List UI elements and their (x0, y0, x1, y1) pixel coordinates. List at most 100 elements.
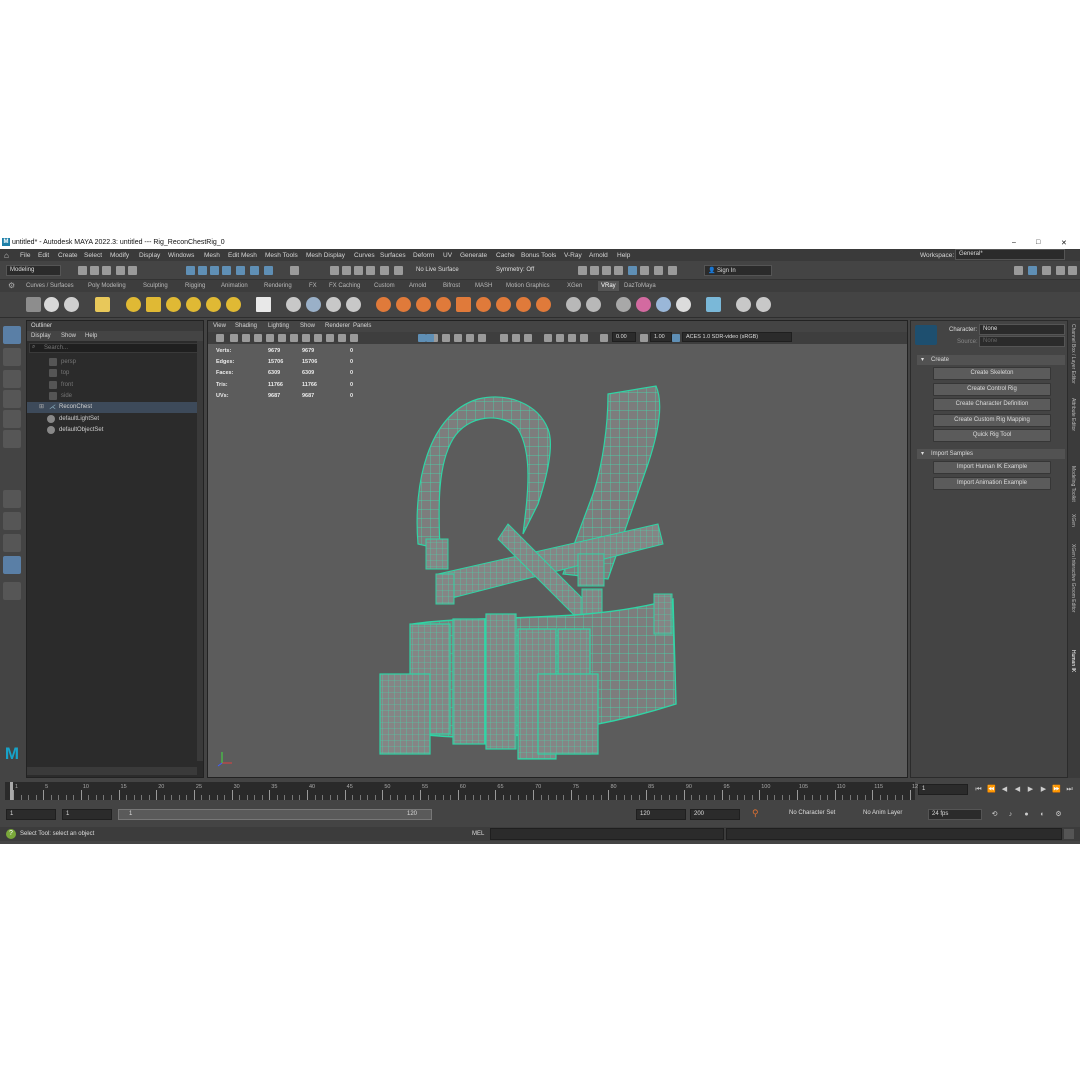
render-frame-icon[interactable] (590, 266, 599, 275)
menu-edit[interactable]: Edit (38, 252, 49, 259)
shelf-tab-curves-surfaces[interactable]: Curves / Surfaces (26, 283, 74, 289)
animation-end-field[interactable]: 200 (690, 809, 740, 820)
vray-scene-icon[interactable] (326, 297, 341, 312)
view-transform-dropdown[interactable]: ACES 1.0 SDR-video (sRGB) (682, 332, 792, 342)
viewport-menu-renderer[interactable]: Renderer (325, 323, 350, 329)
outliner-scrollbar[interactable] (197, 341, 203, 761)
outliner-item[interactable]: ⋌ ⊞ ReconChest (27, 402, 203, 414)
textured-icon[interactable] (454, 334, 462, 342)
toggle-tool-settings-icon[interactable] (1042, 266, 1051, 275)
snap-point-icon[interactable] (354, 266, 363, 275)
range-slider-handle[interactable]: 1 120 (118, 809, 432, 820)
side-tab-channel-box-layer-editor[interactable]: Channel Box / Layer Editor (1070, 324, 1076, 384)
vray-light-select-icon[interactable] (416, 297, 431, 312)
xray-joints-icon[interactable] (568, 334, 576, 342)
outliner-item[interactable]: top (27, 368, 203, 379)
shelf-tab-mash[interactable]: MASH (475, 283, 492, 289)
wireframe-icon[interactable] (418, 334, 426, 342)
vray-fur-icon[interactable] (346, 297, 361, 312)
animation-start-field[interactable]: 1 (6, 809, 56, 820)
side-tab-xgen-interactive-groom-editor[interactable]: XGen Interactive Groom Editor (1070, 544, 1076, 612)
use-all-lights-icon[interactable] (466, 334, 474, 342)
close-button[interactable]: ✕ (1061, 239, 1067, 247)
lock-icon[interactable] (290, 266, 299, 275)
paint-select-icon[interactable] (3, 370, 21, 388)
shelf-tab-poly-modeling[interactable]: Poly Modeling (88, 283, 126, 289)
exposure-icon[interactable] (600, 334, 608, 342)
menu-bonus-tools[interactable]: Bonus Tools (521, 252, 556, 259)
menu-arnold[interactable]: Arnold (589, 252, 608, 259)
menu-mesh-display[interactable]: Mesh Display (306, 252, 345, 259)
outliner-item[interactable]: side (27, 391, 203, 402)
rotate-tool-icon[interactable] (3, 410, 21, 428)
motion-blur-icon[interactable] (512, 334, 520, 342)
safe-action-icon[interactable] (338, 334, 346, 342)
side-tab-xgen[interactable]: XGen (1070, 514, 1076, 527)
menu-create[interactable]: Create (58, 252, 78, 259)
multisample-aa-icon[interactable] (524, 334, 532, 342)
shelf-tab-rigging[interactable]: Rigging (185, 283, 205, 289)
vray-lightmtl-icon[interactable] (566, 297, 581, 312)
vray-cloud-icon[interactable] (706, 297, 721, 312)
render-settings-icon[interactable] (614, 266, 623, 275)
create-character-definition-button[interactable]: Create Character Definition (933, 398, 1051, 412)
side-tab-modeling-toolkit[interactable]: Modeling Toolkit (1070, 466, 1076, 502)
snap-surface-icon[interactable] (380, 266, 389, 275)
new-scene-icon[interactable] (78, 266, 87, 275)
play-backwards-icon[interactable]: ◀ (1013, 785, 1022, 794)
shelf-tab-arnold[interactable]: Arnold (409, 283, 426, 289)
search-icon[interactable] (3, 582, 21, 600)
outliner-search[interactable]: ⌕ Search... (29, 343, 201, 353)
vray-multi-color-icon[interactable] (656, 297, 671, 312)
select-face-icon[interactable] (250, 266, 259, 275)
lasso-tool-icon[interactable] (3, 348, 21, 366)
vray-proxy-icon[interactable] (286, 297, 301, 312)
xray-icon[interactable] (556, 334, 564, 342)
render-view-icon[interactable] (578, 266, 587, 275)
menu-curves[interactable]: Curves (354, 252, 375, 259)
menu-deform[interactable]: Deform (413, 252, 434, 259)
toggle-channel-box-icon[interactable] (1056, 266, 1065, 275)
vray-proxy-export-icon[interactable] (306, 297, 321, 312)
viewport-menu-lighting[interactable]: Lighting (268, 323, 289, 329)
four-view-layout-icon[interactable] (3, 512, 21, 530)
ghost-icon[interactable]: ◐ (1038, 810, 1047, 819)
save-scene-icon[interactable] (102, 266, 111, 275)
create-section-header[interactable]: ▾ Create (917, 355, 1065, 365)
outliner-layout-icon[interactable] (3, 556, 21, 574)
play-forwards-icon[interactable]: ▶ (1026, 785, 1035, 794)
home-icon[interactable]: ⌂ (4, 251, 9, 260)
mel-command-input[interactable] (490, 828, 724, 840)
shelf-tab-daztomaya[interactable]: DazToMaya (624, 283, 656, 289)
hypershade-icon[interactable] (628, 266, 637, 275)
time-slider-track[interactable]: 1 5 10 15 20 25 30 35 40 45 50 55 60 65 70 75 80 85 90 95 10… (5, 782, 921, 800)
vray-sphere-light-icon[interactable] (166, 297, 181, 312)
pause-render-icon[interactable] (668, 266, 677, 275)
snap-curve-icon[interactable] (342, 266, 351, 275)
vray-render-icon[interactable] (26, 297, 41, 312)
default-material-icon[interactable] (442, 334, 450, 342)
vray-clipper-icon[interactable] (536, 297, 551, 312)
toggle-layer-editor-icon[interactable] (1068, 266, 1077, 275)
range-slider-track[interactable]: 1 120 (118, 809, 432, 820)
gate-mask-icon[interactable] (314, 334, 322, 342)
outliner-hscrollbar[interactable] (27, 767, 197, 775)
vray-sun-icon[interactable] (226, 297, 241, 312)
vray-mesh-grid-icon[interactable] (456, 297, 471, 312)
shelf-tab-sculpting[interactable]: Sculpting (143, 283, 168, 289)
viewport-menu-view[interactable]: View (213, 323, 226, 329)
menu-select[interactable]: Select (84, 252, 102, 259)
import-animation-example-button[interactable]: Import Animation Example (933, 476, 1051, 490)
mode-dropdown[interactable]: Modeling (6, 265, 61, 276)
snap-grid-icon[interactable] (330, 266, 339, 275)
menu-edit-mesh[interactable]: Edit Mesh (228, 252, 257, 259)
import-section-header[interactable]: ▾ Import Samples (917, 449, 1065, 459)
anim-layer-dropdown[interactable]: No Anim Layer (860, 809, 922, 820)
two-pane-layout-icon[interactable] (3, 534, 21, 552)
field-chart-icon[interactable] (326, 334, 334, 342)
loop-icon[interactable]: ⟲ (990, 810, 999, 819)
vray-mesh-light-icon[interactable] (186, 297, 201, 312)
3d-viewport[interactable]: Verts: 9679 9679 0 Edges: 15706 15706 0 Faces: 63… (208, 344, 907, 777)
viewport-menu-show[interactable]: Show (300, 323, 315, 329)
go-to-end-icon[interactable]: ⏭ (1065, 785, 1074, 794)
